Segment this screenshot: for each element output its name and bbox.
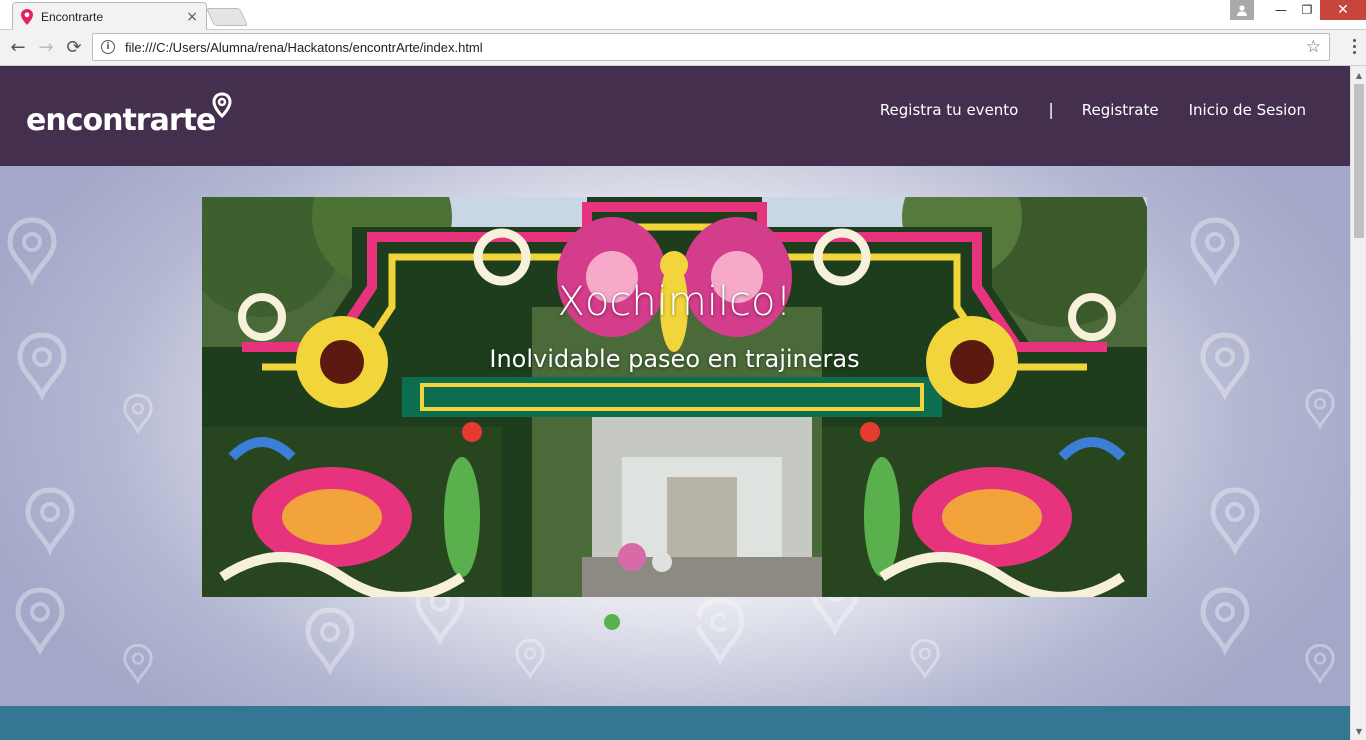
nav-register-event[interactable]: Registra tu evento [880,101,1019,119]
content-band [0,706,1350,740]
window-controls: — ❐ ✕ [1230,0,1366,20]
site-header: encontrarte Registra tu evento | Registr… [0,66,1350,166]
info-icon[interactable]: i [101,40,115,54]
nav-separator: | [1048,100,1054,119]
slide-subtitle: Inolvidable paseo en trajineras [489,345,860,373]
scroll-thumb[interactable] [1354,84,1364,238]
browser-tab[interactable]: Encontrarte × [12,2,207,30]
page-viewport: encontrarte Registra tu evento | Registr… [0,66,1350,740]
browser-titlebar: Encontrarte × — ❐ ✕ [0,0,1366,30]
nav-login[interactable]: Inicio de Sesion [1189,101,1306,119]
scroll-up-icon[interactable]: ▲ [1351,68,1366,82]
carousel-dot-4[interactable] [724,614,740,630]
nav-signup[interactable]: Registrate [1082,101,1159,119]
address-bar[interactable]: i file:///C:/Users/Alumna/rena/Hackatons… [92,33,1330,61]
site-nav: Registra tu evento | Registrate Inicio d… [880,100,1306,119]
site-logo[interactable]: encontrarte [26,88,233,136]
xochimilco-arch-image [202,197,1147,597]
scroll-down-icon[interactable]: ▼ [1351,724,1366,738]
carousel-dot-3[interactable] [684,614,700,630]
minimize-button[interactable]: — [1268,0,1294,20]
maximize-button[interactable]: ❐ [1294,0,1320,20]
slide-title: Xochimilco! [557,279,792,325]
browser-toolbar: ← → ⟳ i file:///C:/Users/Alumna/rena/Hac… [0,30,1366,66]
map-pin-icon [21,8,33,25]
back-button[interactable]: ← [4,34,32,62]
forward-button[interactable]: → [32,34,60,62]
carousel-indicators [604,614,740,630]
carousel-dot-1[interactable] [604,614,620,630]
profile-button[interactable] [1230,0,1254,20]
close-window-button[interactable]: ✕ [1320,0,1366,20]
carousel-dot-2[interactable] [644,614,660,630]
logo-text: encontrarte [26,103,216,138]
tab-close-icon[interactable]: × [186,9,198,25]
tab-title: Encontrarte [41,9,104,24]
new-tab-button[interactable] [205,8,249,26]
bookmark-star-icon[interactable]: ☆ [1306,37,1321,57]
browser-menu-icon[interactable] [1353,39,1356,54]
logo-pin-icon [212,92,232,119]
reload-button[interactable]: ⟳ [60,34,88,62]
page-scrollbar[interactable]: ▲ ▼ [1350,66,1366,740]
url-text[interactable]: file:///C:/Users/Alumna/rena/Hackatons/e… [125,40,1306,55]
user-icon [1237,5,1247,16]
hero-section: Xochimilco! Inolvidable paseo en trajine… [0,166,1350,706]
image-carousel[interactable]: Xochimilco! Inolvidable paseo en trajine… [202,197,1147,597]
